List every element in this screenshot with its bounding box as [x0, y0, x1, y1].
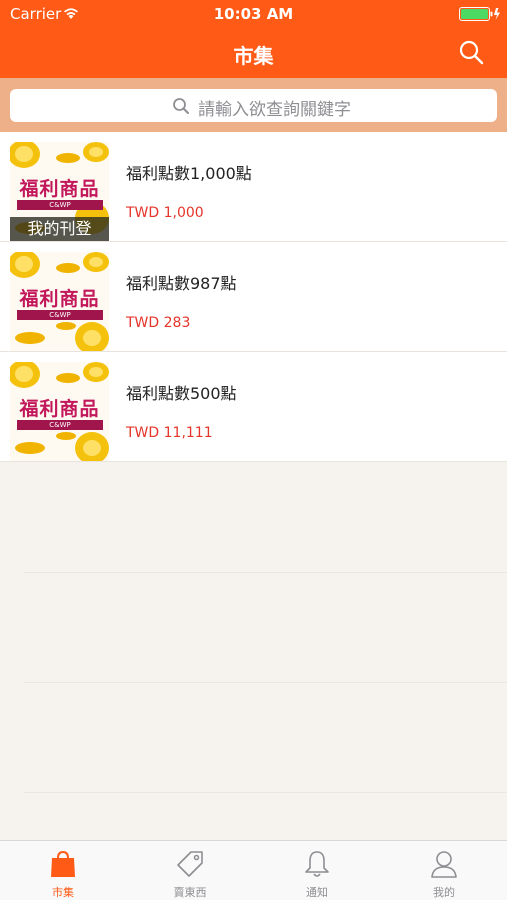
product-thumbnail: 福利商品 C&WP 我的刊登 [10, 142, 109, 241]
listing-price: TWD 11,111 [126, 425, 213, 441]
search-placeholder: 請輸入欲查詢關鍵字 [198, 100, 351, 120]
magnifier-icon [173, 98, 189, 114]
empty-row-divider [24, 682, 507, 683]
listing-title: 福利點數500點 [126, 384, 237, 403]
listing-title: 福利點數987點 [126, 274, 237, 293]
list-item[interactable]: 福利商品 C&WP 福利點數500點 TWD 11,111 [0, 352, 507, 462]
empty-row-divider [24, 572, 507, 573]
listing-title: 福利點數1,000點 [126, 164, 252, 183]
price-tag-icon [177, 851, 203, 877]
product-thumbnail: 福利商品 C&WP [10, 362, 109, 461]
list-item[interactable]: 福利商品 C&WP 福利點數987點 TWD 283 [0, 242, 507, 352]
bell-icon [305, 851, 329, 877]
navigation-bar: 市集 [0, 28, 507, 78]
thumbnail-subtitle: C&WP [17, 310, 103, 320]
listing-list: 福利商品 C&WP 我的刊登 福利點數1,000點 TWD 1,000 福利商品… [0, 132, 507, 462]
status-bar: Carrier 10:03 AM [0, 0, 507, 28]
battery-icon [459, 7, 500, 21]
tab-market[interactable]: 市集 [0, 841, 126, 900]
tab-label: 市集 [52, 886, 74, 899]
product-thumbnail: 福利商品 C&WP [10, 252, 109, 351]
thumbnail-subtitle: C&WP [17, 200, 103, 210]
thumbnail-title: 福利商品 [19, 178, 100, 200]
my-listing-badge: 我的刊登 [10, 217, 109, 241]
shopping-bag-icon [51, 850, 75, 877]
page-title: 市集 [233, 44, 274, 68]
thumbnail-subtitle: C&WP [17, 420, 103, 430]
tab-label: 通知 [306, 886, 328, 899]
clock-time: 10:03 AM [213, 5, 294, 23]
tab-sell[interactable]: 賣東西 [127, 841, 253, 900]
tab-label: 我的 [433, 886, 455, 899]
tab-notifications[interactable]: 通知 [254, 841, 380, 900]
search-icon[interactable] [456, 38, 486, 68]
thumbnail-title: 福利商品 [19, 288, 100, 310]
tab-profile[interactable]: 我的 [381, 841, 507, 900]
listing-price: TWD 1,000 [126, 205, 204, 221]
search-area: 請輸入欲查詢關鍵字 [0, 78, 507, 132]
thumbnail-title: 福利商品 [19, 398, 100, 420]
person-icon [431, 851, 457, 878]
listing-price: TWD 283 [126, 315, 191, 331]
tab-label: 賣東西 [173, 886, 207, 899]
tab-bar: 市集 賣東西 通知 我的 [0, 840, 507, 900]
list-item[interactable]: 福利商品 C&WP 我的刊登 福利點數1,000點 TWD 1,000 [0, 132, 507, 242]
empty-row-divider [24, 792, 507, 793]
search-input[interactable]: 請輸入欲查詢關鍵字 [10, 89, 497, 122]
